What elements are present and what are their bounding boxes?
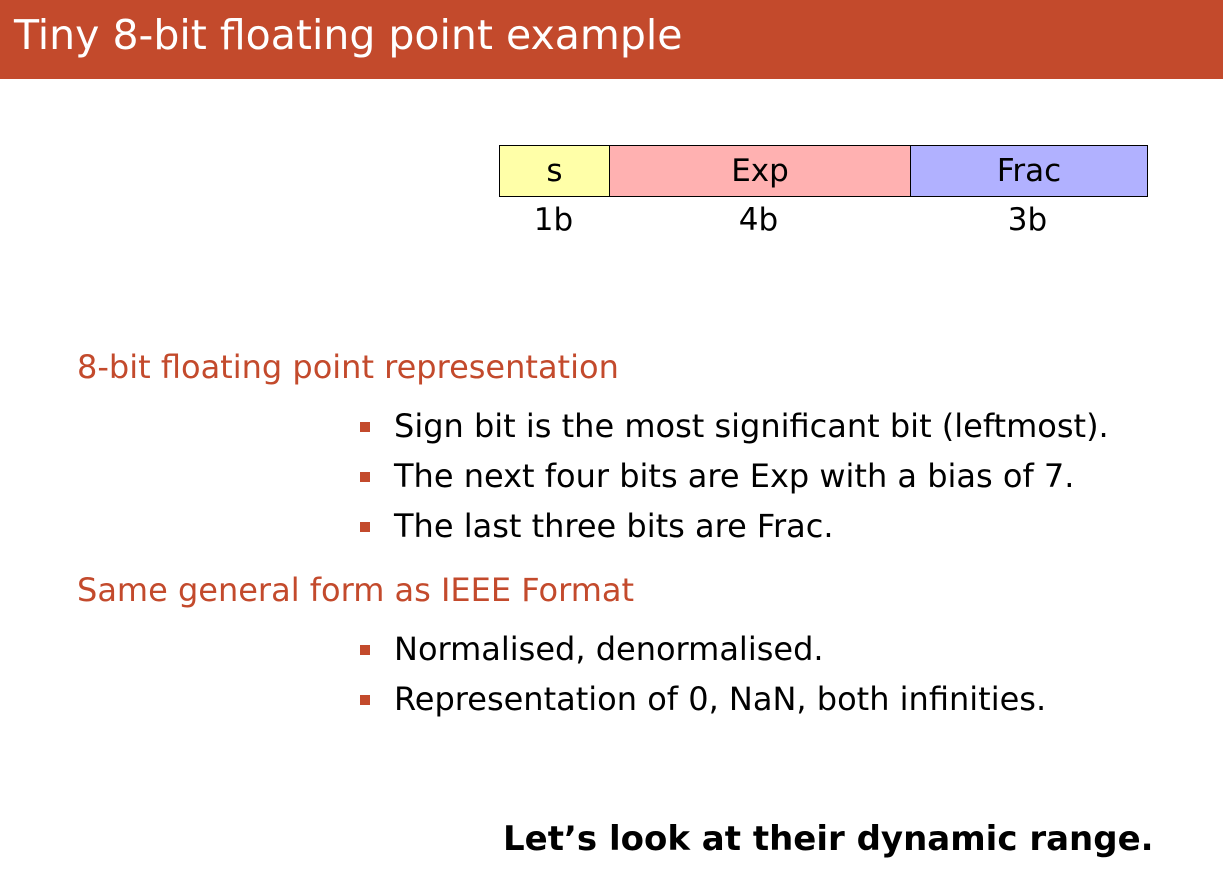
bullet-text: Normalised, denormalised.	[394, 630, 824, 668]
bullet-text: The last three bits are Frac.	[394, 507, 834, 545]
bullet-text: The next four bits are Exp with a bias o…	[394, 457, 1075, 495]
title-bar: Tiny 8-bit floating point example	[0, 0, 1223, 79]
frac-field: Frac	[910, 146, 1147, 196]
list-item: Representation of 0, NaN, both infinitie…	[358, 674, 1046, 724]
square-bullet-icon	[360, 522, 370, 532]
bullet-text: Sign bit is the most significant bit (le…	[394, 407, 1109, 445]
representation-bullet-list: Sign bit is the most significant bit (le…	[358, 401, 1109, 551]
bullet-text: Representation of 0, NaN, both infinitie…	[394, 680, 1047, 718]
closing-statement: Let’s look at their dynamic range.	[503, 819, 1154, 859]
section-heading-ieee-form: Same general form as IEEE Format	[77, 571, 635, 609]
frac-field-label: Frac	[996, 153, 1062, 189]
list-item: Sign bit is the most significant bit (le…	[358, 401, 1109, 451]
sign-width-label: 1b	[533, 202, 574, 238]
list-item: The next four bits are Exp with a bias o…	[358, 451, 1109, 501]
square-bullet-icon	[360, 645, 370, 655]
exp-width-label: 4b	[738, 202, 779, 238]
sign-field-label: s	[546, 153, 563, 189]
list-item: The last three bits are Frac.	[358, 501, 1109, 551]
exp-field: Exp	[609, 146, 910, 196]
frac-width-label: 3b	[1007, 202, 1048, 238]
list-item: Normalised, denormalised.	[358, 624, 1046, 674]
bit-layout-diagram: s Exp Frac	[499, 145, 1148, 197]
sign-field: s	[500, 146, 609, 196]
square-bullet-icon	[360, 695, 370, 705]
square-bullet-icon	[360, 422, 370, 432]
bit-width-labels: 1b 4b 3b	[499, 200, 1146, 240]
section-heading-representation: 8-bit floating point representation	[77, 348, 619, 386]
square-bullet-icon	[360, 472, 370, 482]
ieee-form-bullet-list: Normalised, denormalised. Representation…	[358, 624, 1046, 724]
exp-field-label: Exp	[731, 153, 789, 189]
slide-title: Tiny 8-bit floating point example	[14, 11, 683, 59]
